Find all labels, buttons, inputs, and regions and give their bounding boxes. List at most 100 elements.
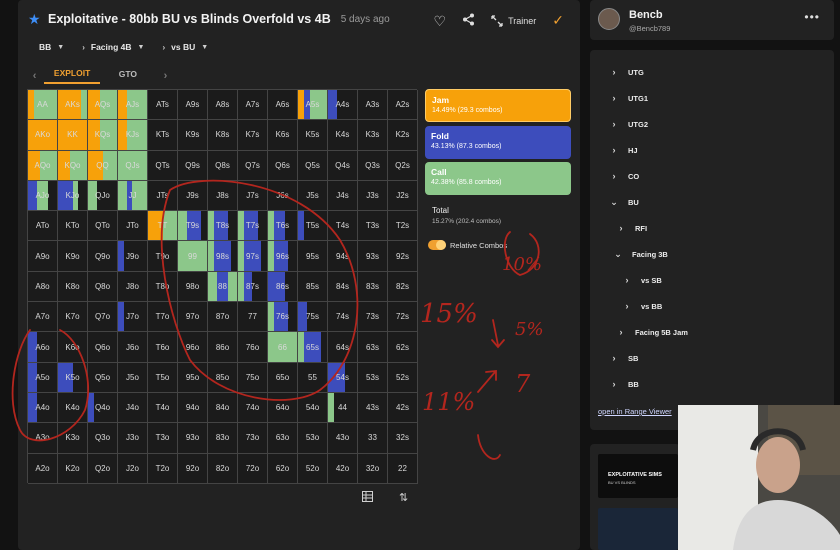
hand-cell[interactable]: T4o (148, 392, 178, 424)
tree-item[interactable]: › Facing 5B Jam (617, 327, 688, 337)
hand-cell[interactable]: J2o (118, 453, 148, 484)
hand-cell[interactable]: 94o (178, 392, 208, 424)
action-fold[interactable]: Fold 43.13% (87.3 combos) (425, 126, 571, 159)
hand-cell[interactable]: A9o (28, 241, 58, 272)
hand-cell[interactable]: K4o (58, 392, 88, 424)
hand-cell[interactable]: Q4s (328, 150, 358, 181)
hand-cell[interactable]: J4o (118, 392, 148, 424)
tree-item[interactable]: › vs SB (623, 275, 662, 285)
hand-cell[interactable]: 64o (268, 392, 298, 424)
hand-cell[interactable]: J9s (178, 180, 208, 212)
hand-cell[interactable]: 76s (268, 302, 298, 333)
hand-cell[interactable]: T3o (148, 423, 178, 454)
hand-cell[interactable]: A8s (208, 90, 238, 121)
hand-cell[interactable]: Q7o (88, 302, 118, 333)
tree-item[interactable]: ⌄ BU (610, 197, 639, 208)
hand-cell[interactable]: AKs (58, 90, 88, 121)
hand-cell[interactable]: 53o (298, 423, 328, 454)
hand-cell[interactable]: 86o (208, 332, 238, 363)
tree-item[interactable]: › RFI (617, 223, 648, 233)
hand-cell[interactable]: KQs (88, 120, 118, 151)
hand-cell[interactable]: T8s (208, 211, 238, 242)
trainer-button[interactable]: Trainer (491, 14, 536, 27)
hand-cell[interactable]: K6o (58, 332, 88, 363)
chevron-left-icon[interactable]: ‹ (25, 70, 44, 82)
hand-cell[interactable]: 86s (268, 271, 298, 303)
action-call[interactable]: Call 42.38% (85.8 combos) (425, 162, 571, 195)
hand-cell[interactable]: A7s (238, 90, 268, 121)
hand-cell[interactable]: 65o (268, 362, 298, 393)
hand-cell[interactable]: 93o (178, 423, 208, 454)
hand-cell[interactable]: J8s (208, 180, 238, 212)
hand-cell[interactable]: Q3o (88, 423, 118, 454)
hand-cell[interactable]: 65s (298, 332, 328, 363)
hand-cell[interactable]: Q6s (268, 150, 298, 181)
hand-cell[interactable]: 43s (358, 392, 388, 424)
hand-cell[interactable]: T9o (148, 241, 178, 272)
hand-cell[interactable]: T6o (148, 332, 178, 363)
chevron-right-icon[interactable]: › (156, 70, 175, 82)
hand-cell[interactable]: 87s (238, 271, 268, 303)
hand-cell[interactable]: 73o (238, 423, 268, 454)
hand-cell[interactable]: 99 (178, 241, 208, 272)
hand-cell[interactable]: 64s (328, 332, 358, 363)
hand-cell[interactable]: 62o (268, 453, 298, 484)
hand-cell[interactable]: KTo (58, 211, 88, 242)
hand-cell[interactable]: QQ (88, 150, 118, 181)
hand-cell[interactable]: JTs (148, 180, 178, 212)
hand-cell[interactable]: 32o (358, 453, 388, 484)
hand-cell[interactable]: T7s (238, 211, 268, 242)
hand-cell[interactable]: A2s (388, 90, 418, 121)
hand-cell[interactable]: J6o (118, 332, 148, 363)
hand-cell[interactable]: T8o (148, 271, 178, 303)
hand-cell[interactable]: 33 (358, 423, 388, 454)
hand-cell[interactable]: 82s (388, 271, 418, 303)
hand-cell[interactable]: A2o (28, 453, 58, 484)
hand-cell[interactable]: T6s (268, 211, 298, 242)
hand-cell[interactable]: 52s (388, 362, 418, 393)
hand-cell[interactable]: 22 (388, 453, 418, 484)
hand-cell[interactable]: KJo (58, 180, 88, 212)
hand-cell[interactable]: 94s (328, 241, 358, 272)
hand-cell[interactable]: 88 (208, 271, 238, 303)
hand-cell[interactable]: Q2o (88, 453, 118, 484)
hand-cell[interactable]: Q4o (88, 392, 118, 424)
hand-cell[interactable]: Q7s (238, 150, 268, 181)
hand-cell[interactable]: 95s (298, 241, 328, 272)
hand-cell[interactable]: K6s (268, 120, 298, 151)
hand-cell[interactable]: ATs (148, 90, 178, 121)
tree-item[interactable]: › HJ (610, 145, 638, 155)
hand-cell[interactable]: A6s (268, 90, 298, 121)
avatar[interactable] (598, 8, 620, 30)
hand-cell[interactable]: A4s (328, 90, 358, 121)
hand-cell[interactable]: Q5s (298, 150, 328, 181)
hand-cell[interactable]: K4s (328, 120, 358, 151)
hand-cell[interactable]: 96s (268, 241, 298, 272)
hand-cell[interactable]: 63o (268, 423, 298, 454)
hand-cell[interactable]: TT (148, 211, 178, 242)
more-icon[interactable]: ••• (804, 10, 820, 24)
hand-cell[interactable]: Q9o (88, 241, 118, 272)
breadcrumb-position[interactable]: BB ▼ (39, 42, 64, 52)
hand-cell[interactable]: 53s (358, 362, 388, 393)
action-jam[interactable]: Jam 14.49% (29.3 combos) (425, 89, 571, 122)
hand-cell[interactable]: T3s (358, 211, 388, 242)
hand-cell[interactable]: T4s (328, 211, 358, 242)
video-thumbnail[interactable] (598, 508, 678, 550)
hand-cell[interactable]: 55 (298, 362, 328, 393)
breadcrumb-facing[interactable]: › Facing 4B ▼ (82, 42, 144, 52)
tree-item[interactable]: › CO (610, 171, 640, 181)
breadcrumb-opponent[interactable]: › vs BU ▼ (162, 42, 208, 52)
hand-cell[interactable]: 77 (238, 302, 268, 333)
hand-cell[interactable]: KTs (148, 120, 178, 151)
hand-cell[interactable]: KK (58, 120, 88, 151)
tab-exploit[interactable]: EXPLOIT (44, 68, 100, 84)
hand-cell[interactable]: 54s (328, 362, 358, 393)
tree-item[interactable]: ⌄ Facing 3B (614, 249, 668, 260)
hand-cell[interactable]: 98o (178, 271, 208, 303)
hand-cell[interactable]: 52o (298, 453, 328, 484)
hand-cell[interactable]: 42s (388, 392, 418, 424)
hand-cell[interactable]: 85o (208, 362, 238, 393)
hand-cell[interactable]: 83o (208, 423, 238, 454)
hand-cell[interactable]: K3s (358, 120, 388, 151)
